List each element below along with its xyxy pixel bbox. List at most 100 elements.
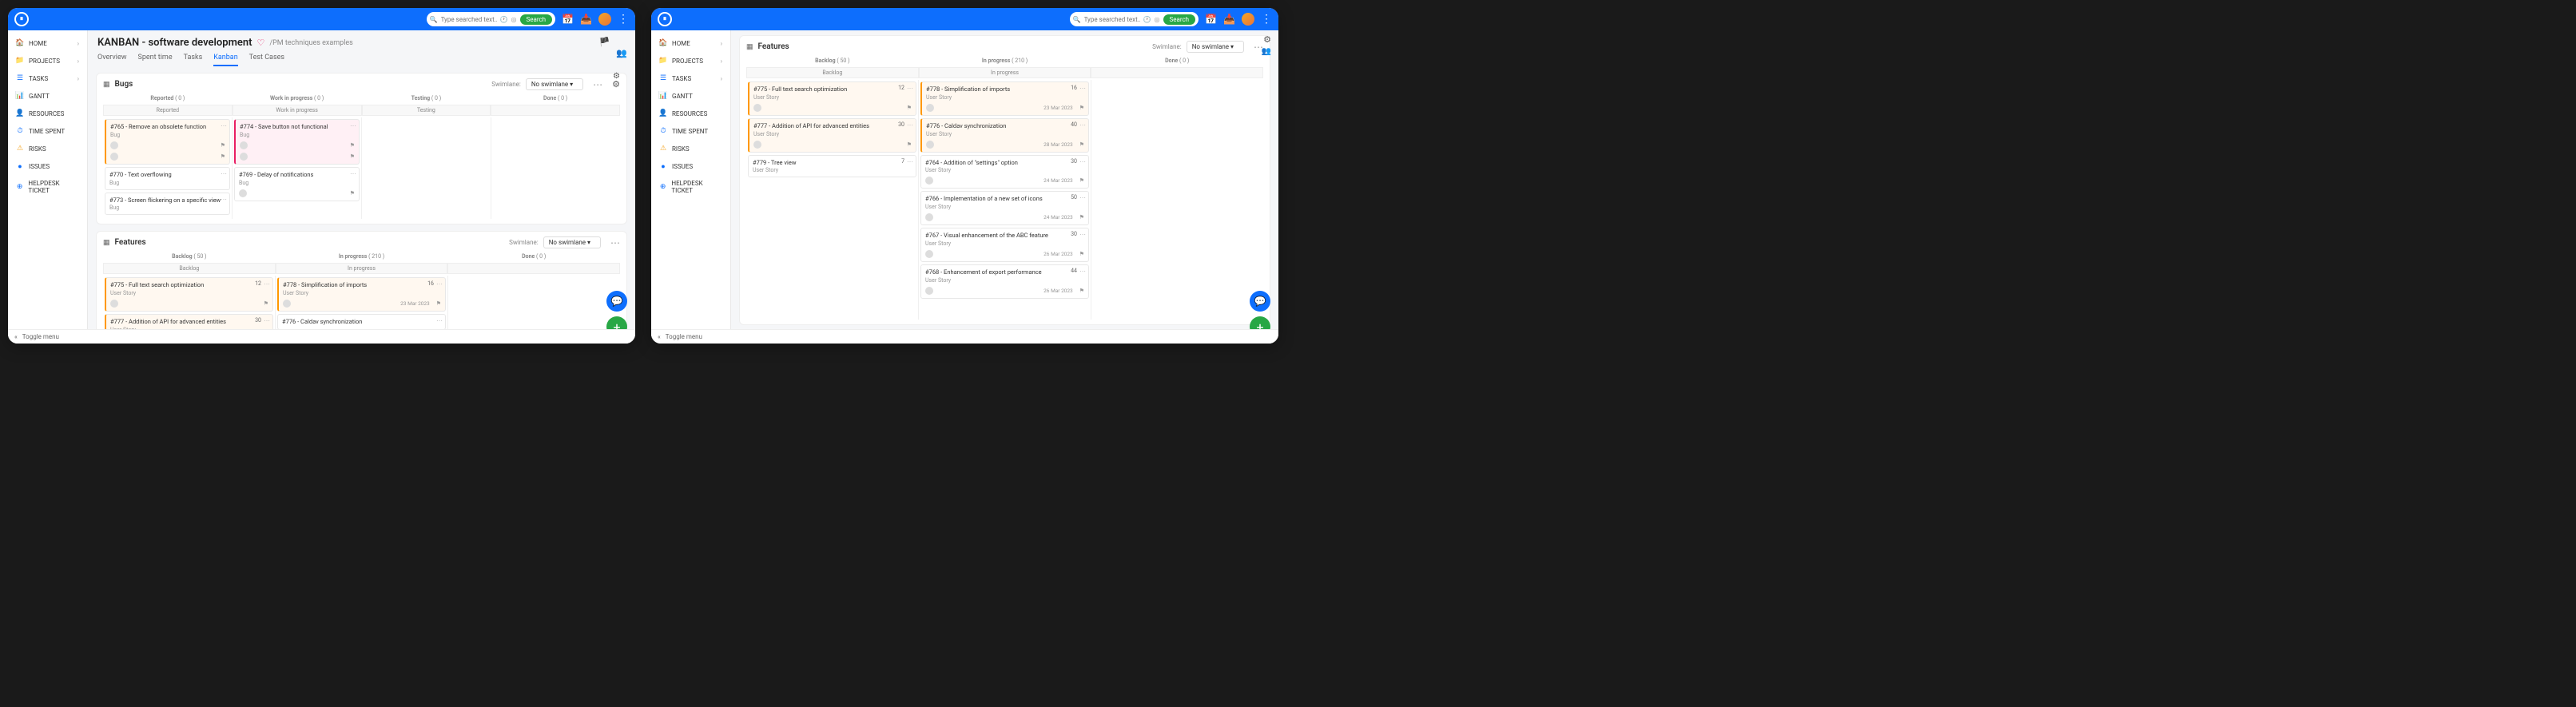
flag-icon[interactable]: ⚑ [1079,177,1084,184]
section-more-icon[interactable]: ⋯ [593,79,602,90]
flag-icon[interactable]: ⚑ [1079,288,1084,294]
sidebar-item-tasks[interactable]: ☰TASKS› [654,70,727,86]
sidebar-item-tasks[interactable]: ☰TASKS› [11,70,84,86]
swimlane-select[interactable]: No swimlane ▾ [526,78,583,90]
kanban-card[interactable]: #769 - Delay of notificationsBug⋯⚑ [234,167,360,201]
sidebar-item-home[interactable]: 🏠HOME› [11,35,84,51]
calendar-icon[interactable]: 📅 [1205,14,1217,25]
sidebar-item-projects[interactable]: 📁PROJECTS› [11,53,84,69]
card-more-icon[interactable]: ⋯ [1079,194,1086,201]
clock-icon[interactable]: 🕐 [1143,16,1151,23]
assignee-avatar[interactable] [239,189,247,197]
user-avatar[interactable] [1242,13,1254,26]
assignee-avatar[interactable] [240,153,248,161]
kanban-column[interactable]: #774 - Save button not functionalBug⋯⚑⚑#… [233,117,362,219]
flag-icon[interactable]: ⚑ [264,300,268,307]
tab-spent-time[interactable]: Spent time [137,54,172,66]
card-more-icon[interactable]: ⋯ [1079,121,1086,129]
kanban-column[interactable]: #775 - Full text search optimizationUser… [746,80,919,320]
kanban-column[interactable] [362,117,491,219]
sidebar-item-time-spent[interactable]: ⏱TIME SPENT [654,123,727,139]
assignee-avatar[interactable] [925,177,933,185]
flag-icon[interactable]: ⚑ [221,142,225,149]
collapse-icon[interactable]: ▦ [746,43,753,51]
card-more-icon[interactable]: ⋯ [221,122,227,129]
global-search[interactable]: 🔍 🕐 ◎ Search [1070,12,1199,26]
tab-test-cases[interactable]: Test Cases [249,54,284,66]
clock-icon[interactable]: 🕐 [500,16,508,23]
flag-icon[interactable]: ⚑ [907,141,912,148]
assignee-avatar[interactable] [753,104,761,112]
flag-icon[interactable]: ⚑ [436,300,441,307]
breadcrumb[interactable]: /PM techniques examples [269,39,352,47]
people-icon[interactable]: 👥 [1262,47,1271,56]
flag-icon[interactable]: ⚑ [907,105,912,111]
search-button[interactable]: Search [520,14,553,25]
sidebar-item-gantt[interactable]: 📊GANTT [11,88,84,104]
flag-icon[interactable]: ⚑ [350,142,355,149]
sidebar-item-risks[interactable]: ⚠RISKS [654,141,727,157]
collapse-left-icon[interactable]: « [14,333,18,340]
kanban-card[interactable]: #767 - Visual enhancement of the ABC fea… [920,228,1089,262]
swimlane-select[interactable]: No swimlane ▾ [1187,41,1244,53]
card-more-icon[interactable]: ⋯ [1079,85,1086,92]
card-more-icon[interactable]: ⋯ [436,317,443,324]
sidebar-item-helpdesk-ticket[interactable]: ⊕HELPDESK TICKET [11,176,84,198]
card-more-icon[interactable]: ⋯ [264,317,270,324]
collapse-left-icon[interactable]: « [658,333,661,340]
card-more-icon[interactable]: ⋯ [264,280,270,288]
section-more-icon[interactable]: ⋯ [610,237,620,248]
inbox-icon[interactable]: 📥 [580,14,592,25]
user-avatar[interactable] [598,13,611,26]
card-more-icon[interactable]: ⋯ [1079,268,1086,275]
kanban-card[interactable]: #774 - Save button not functionalBug⋯⚑⚑ [234,119,360,165]
sidebar-item-projects[interactable]: 📁PROJECTS› [654,53,727,69]
kanban-card[interactable]: #776 - Caldav synchronization⋯ [277,314,446,330]
flag-icon[interactable]: ⚑ [1079,214,1084,220]
target-icon[interactable]: ◎ [511,16,517,23]
flag-icon[interactable]: 🏴 [599,37,610,58]
global-search[interactable]: 🔍 🕐 ◎ Search [427,12,556,26]
flag-icon[interactable]: ⚑ [1079,105,1084,111]
kanban-card[interactable]: #765 - Remove an obsolete functionBug⋯⚑⚑ [105,119,230,165]
sidebar-item-home[interactable]: 🏠HOME› [654,35,727,51]
tab-kanban[interactable]: Kanban [213,54,237,66]
assignee-avatar[interactable] [110,141,118,149]
collapse-icon[interactable]: ▦ [103,239,110,247]
flag-icon[interactable]: ⚑ [1079,141,1084,148]
flag-icon[interactable]: ⚑ [1079,251,1084,257]
search-input[interactable] [1084,16,1140,23]
chat-fab[interactable]: 💬 [1250,291,1270,312]
kanban-card[interactable]: #773 - Screen flickering on a specific v… [105,193,230,216]
sidebar-item-issues[interactable]: ●ISSUES [654,158,727,174]
calendar-icon[interactable]: 📅 [562,14,574,25]
tab-overview[interactable]: Overview [97,54,126,66]
toggle-menu-button[interactable]: Toggle menu [22,333,59,340]
inbox-icon[interactable]: 📥 [1223,14,1235,25]
sidebar-item-risks[interactable]: ⚠RISKS [11,141,84,157]
assignee-avatar[interactable] [925,287,933,295]
kebab-menu-icon[interactable]: ⋮ [1261,13,1272,26]
kanban-card[interactable]: #776 - Caldav synchronizationUser Story4… [920,118,1089,153]
sidebar-item-time-spent[interactable]: ⏱TIME SPENT [11,123,84,139]
kanban-card[interactable]: #768 - Enhancement of export performance… [920,264,1089,299]
flag-icon[interactable]: ⚑ [350,153,355,160]
kanban-card[interactable]: #777 - Addition of API for advanced enti… [748,118,916,153]
card-more-icon[interactable]: ⋯ [907,85,913,92]
assignee-avatar[interactable] [926,141,934,149]
chat-fab[interactable]: 💬 [606,291,627,312]
assignee-avatar[interactable] [925,213,933,221]
collapse-icon[interactable]: ▦ [103,81,110,89]
kanban-card[interactable]: #770 - Text overflowingBug⋯ [105,167,230,190]
card-more-icon[interactable]: ⋯ [221,170,227,177]
kanban-card[interactable]: #778 - Simplification of importsUser Sto… [277,277,446,312]
sidebar-item-gantt[interactable]: 📊GANTT [654,88,727,104]
card-more-icon[interactable]: ⋯ [350,170,356,177]
sidebar-item-resources[interactable]: 👤RESOURCES [654,105,727,121]
kanban-column[interactable]: #765 - Remove an obsolete functionBug⋯⚑⚑… [103,117,233,219]
kanban-card[interactable]: #766 - Implementation of a new set of ic… [920,191,1089,225]
people-icon[interactable]: 👥 [616,48,627,58]
flag-icon[interactable]: ⚑ [221,153,225,160]
section-settings-icon[interactable]: ⚙ [613,72,620,81]
card-more-icon[interactable]: ⋯ [221,196,227,203]
